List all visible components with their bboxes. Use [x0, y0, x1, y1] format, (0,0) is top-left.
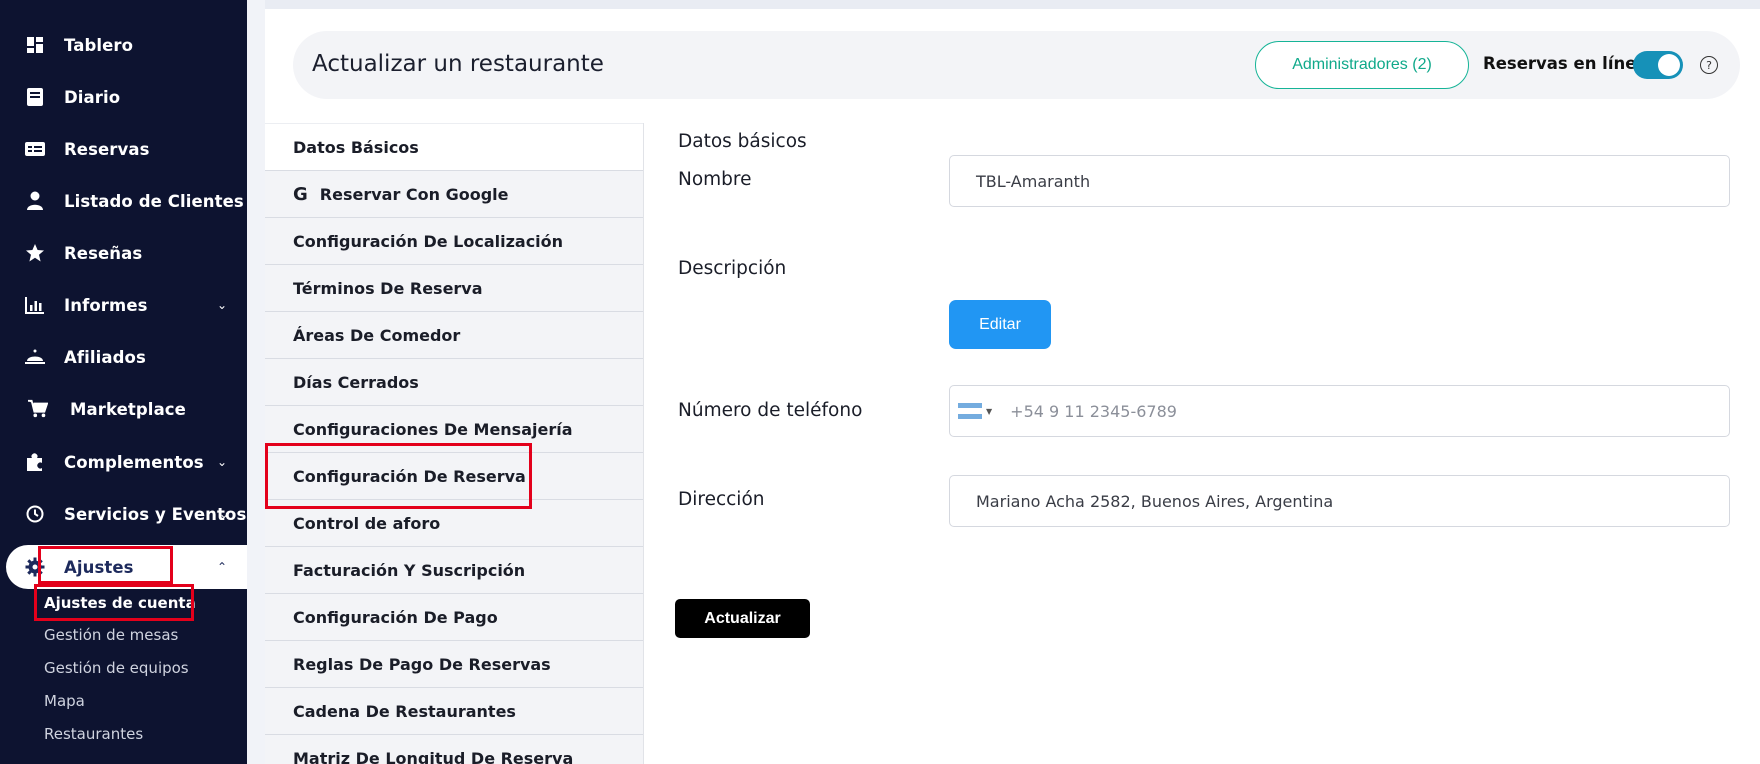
top-band: [265, 0, 1760, 9]
sidebar-item-marketplace[interactable]: Marketplace: [0, 387, 247, 431]
menu-item-label: Control de aforo: [293, 513, 441, 533]
menu-item-configuracion-pago[interactable]: Configuración De Pago: [265, 593, 643, 640]
menu-item-control-aforo[interactable]: Control de aforo: [265, 499, 643, 546]
sidebar-item-afiliados[interactable]: Afiliados: [0, 335, 247, 379]
section-title: Datos básicos: [678, 131, 807, 152]
address-label: Dirección: [678, 489, 765, 510]
toggle-knob: [1658, 54, 1680, 76]
edit-description-button[interactable]: Editar: [949, 300, 1051, 349]
chart-icon: [25, 295, 45, 315]
submenu-item-ajustes-cuenta[interactable]: Ajustes de cuenta: [44, 594, 196, 612]
menu-item-label: Matriz De Longitud De Reserva: [293, 748, 574, 764]
gear-icon: [25, 557, 45, 577]
menu-item-label: Datos Básicos: [293, 137, 419, 157]
sidebar-item-complementos[interactable]: Complementos ⌄: [0, 440, 247, 484]
sidebar-item-label: Diario: [64, 87, 121, 107]
sidebar-item-servicios[interactable]: Servicios y Eventos ⌄: [0, 492, 247, 536]
sidebar-item-resenas[interactable]: Reseñas: [0, 231, 247, 275]
phone-label: Número de teléfono: [678, 400, 863, 421]
sidebar-item-label: Listado de Clientes: [64, 191, 244, 211]
sidebar-item-tablero[interactable]: Tablero: [0, 23, 247, 67]
menu-item-terminos[interactable]: Términos De Reserva: [265, 264, 643, 311]
user-icon: [25, 191, 45, 211]
sidebar-item-label: Reseñas: [64, 243, 143, 263]
menu-item-label: Cadena De Restaurantes: [293, 701, 516, 721]
name-value: TBL-Amaranth: [976, 171, 1091, 191]
address-input[interactable]: Mariano Acha 2582, Buenos Aires, Argenti…: [949, 475, 1730, 527]
sidebar-item-label: Reservas: [64, 139, 150, 159]
menu-item-label: Facturación Y Suscripción: [293, 560, 526, 580]
menu-item-label: Reservar Con Google: [319, 184, 509, 204]
clock-icon: [25, 504, 45, 524]
star-icon: [25, 243, 45, 263]
sidebar-item-label: Ajustes: [64, 557, 134, 577]
sidebar-item-reservas[interactable]: Reservas: [0, 127, 247, 171]
menu-item-localizacion[interactable]: Configuración De Localización: [265, 217, 643, 264]
update-button[interactable]: Actualizar: [675, 599, 810, 638]
page-title: Actualizar un restaurante: [312, 51, 604, 77]
chevron-up-icon: ⌃: [216, 560, 227, 574]
sidebar: Tablero Diario Reservas Listado de Clien…: [0, 0, 247, 764]
sidebar-item-label: Marketplace: [70, 399, 186, 419]
submenu-item-gestion-equipos[interactable]: Gestión de equipos: [44, 659, 189, 677]
sidebar-item-label: Afiliados: [64, 347, 146, 367]
help-icon[interactable]: ?: [1700, 56, 1718, 74]
administrators-button[interactable]: Administradores (2): [1255, 41, 1469, 89]
phone-input[interactable]: ▼ +54 9 11 2345-6789: [949, 385, 1730, 437]
name-input[interactable]: TBL-Amaranth: [949, 155, 1730, 207]
menu-item-configuracion-reserva[interactable]: Configuración De Reserva: [265, 452, 643, 499]
main-panel: Actualizar un restaurante Administradore…: [265, 9, 1760, 764]
menu-item-facturacion[interactable]: Facturación Y Suscripción: [265, 546, 643, 593]
menu-item-label: Términos De Reserva: [293, 278, 483, 298]
sidebar-item-ajustes[interactable]: Ajustes ⌃: [6, 545, 247, 589]
menu-item-label: Configuraciones De Mensajería: [293, 419, 573, 439]
caret-down-icon[interactable]: ▼: [986, 407, 992, 416]
submenu-item-restaurantes[interactable]: Restaurantes: [44, 725, 143, 743]
settings-submenu: Ajustes de cuenta Gestión de mesas Gesti…: [0, 587, 247, 764]
menu-item-matriz-longitud[interactable]: Matriz De Longitud De Reserva: [265, 734, 643, 764]
menu-item-label: Reglas De Pago De Reservas: [293, 654, 551, 674]
reservations-icon: [25, 139, 45, 159]
sidebar-item-clientes[interactable]: Listado de Clientes: [0, 179, 247, 223]
puzzle-icon: [25, 452, 45, 472]
chevron-down-icon: ⌄: [216, 455, 227, 469]
description-label: Descripción: [678, 258, 787, 279]
page-header: Actualizar un restaurante Administradore…: [293, 31, 1740, 99]
submenu-item-mapa[interactable]: Mapa: [44, 692, 85, 710]
submenu-item-gestion-mesas[interactable]: Gestión de mesas: [44, 626, 178, 644]
google-icon: G: [293, 183, 308, 205]
sidebar-item-label: Tablero: [64, 35, 134, 55]
book-icon: [25, 87, 45, 107]
cart-icon: [28, 399, 48, 419]
argentina-flag-icon[interactable]: [958, 403, 982, 419]
online-reservations-label: Reservas en línea: [1483, 54, 1648, 73]
bell-icon: [25, 347, 45, 367]
sidebar-item-label: Complementos: [64, 452, 204, 472]
sidebar-item-label: Informes: [64, 295, 148, 315]
chevron-down-icon: ⌄: [218, 507, 229, 521]
online-reservations-toggle[interactable]: [1633, 51, 1683, 79]
address-value: Mariano Acha 2582, Buenos Aires, Argenti…: [976, 491, 1334, 511]
menu-item-label: Días Cerrados: [293, 372, 419, 392]
menu-item-cadena-restaurantes[interactable]: Cadena De Restaurantes: [265, 687, 643, 734]
sidebar-item-informes[interactable]: Informes ⌄: [0, 283, 247, 327]
menu-item-mensajeria[interactable]: Configuraciones De Mensajería: [265, 405, 643, 452]
chevron-down-icon: ⌄: [216, 298, 227, 312]
settings-menu: Datos Básicos G Reservar Con Google Confi…: [265, 123, 644, 764]
menu-item-reservar-google[interactable]: G Reservar Con Google: [265, 170, 643, 217]
menu-item-label: Áreas De Comedor: [293, 325, 461, 345]
menu-item-dias-cerrados[interactable]: Días Cerrados: [265, 358, 643, 405]
menu-item-datos-basicos[interactable]: Datos Básicos: [265, 123, 643, 170]
name-label: Nombre: [678, 169, 752, 190]
menu-item-label: Configuración De Localización: [293, 231, 564, 251]
dashboard-icon: [25, 35, 45, 55]
menu-item-label: Configuración De Reserva: [293, 466, 526, 486]
menu-item-areas-comedor[interactable]: Áreas De Comedor: [265, 311, 643, 358]
menu-item-reglas-pago[interactable]: Reglas De Pago De Reservas: [265, 640, 643, 687]
phone-placeholder: +54 9 11 2345-6789: [1010, 401, 1177, 421]
menu-item-label: Configuración De Pago: [293, 607, 498, 627]
sidebar-item-diario[interactable]: Diario: [0, 75, 247, 119]
